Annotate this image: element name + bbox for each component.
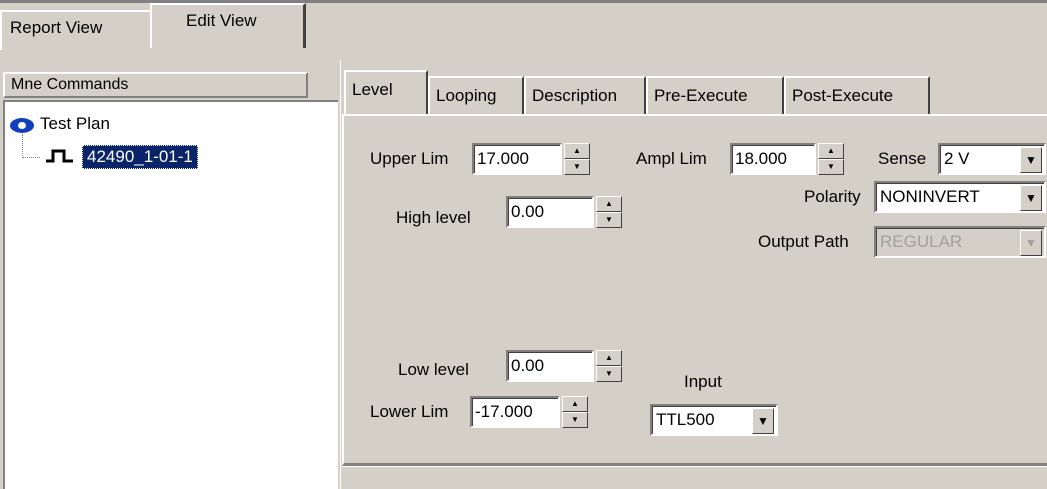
sense-select[interactable]: 2 V ▼: [938, 143, 1046, 175]
polarity-label: Polarity: [804, 187, 861, 206]
spin-down-icon[interactable]: ▼: [596, 212, 622, 228]
spin-up-icon[interactable]: ▲: [818, 143, 844, 159]
lower-lim-label: Lower Lim: [370, 402, 449, 421]
spin-up-icon[interactable]: ▲: [562, 396, 588, 412]
tab-report-view[interactable]: Report View: [0, 10, 150, 50]
low-level-spinner[interactable]: ▲ ▼: [596, 350, 622, 382]
input-value: TTL500: [656, 410, 715, 429]
tab-label: Level: [352, 80, 393, 99]
tab-label: Edit View: [186, 11, 257, 30]
sense-value: 2 V: [944, 149, 970, 168]
tab-description[interactable]: Description: [524, 76, 646, 114]
spin-up-icon[interactable]: ▲: [596, 350, 622, 366]
tab-label: Looping: [436, 86, 497, 105]
tab-pre-execute[interactable]: Pre-Execute: [646, 76, 784, 114]
tab-label: Report View: [10, 18, 103, 37]
ampl-lim-spinner[interactable]: ▲ ▼: [818, 143, 844, 175]
high-level-input[interactable]: 0.00: [506, 196, 594, 228]
chevron-down-icon[interactable]: ▼: [1020, 185, 1042, 211]
high-level-spinner[interactable]: ▲ ▼: [596, 196, 622, 228]
ampl-lim-label: Ampl Lim: [636, 149, 707, 168]
tree-item-test-plan[interactable]: Test Plan: [40, 114, 110, 134]
tab-post-execute[interactable]: Post-Execute: [784, 76, 930, 114]
tree-item-42490[interactable]: 42490_1-01-1: [82, 145, 198, 169]
input-select[interactable]: TTL500 ▼: [650, 404, 778, 436]
upper-lim-input[interactable]: 17.000: [472, 143, 562, 175]
tab-level[interactable]: Level: [344, 70, 428, 116]
output-path-select: REGULAR ▼: [874, 226, 1046, 258]
tab-label: Description: [532, 86, 618, 105]
ampl-lim-input[interactable]: 18.000: [730, 143, 816, 175]
panel-title: Mne Commands: [11, 76, 129, 93]
spin-up-icon[interactable]: ▲: [564, 143, 590, 159]
spin-down-icon[interactable]: ▼: [818, 159, 844, 175]
low-level-input[interactable]: 0.00: [506, 350, 594, 382]
status-strip: [342, 466, 1047, 489]
mne-commands-header[interactable]: Mne Commands: [3, 72, 308, 98]
tab-looping[interactable]: Looping: [428, 76, 524, 114]
upper-lim-label: Upper Lim: [370, 149, 449, 168]
low-level-label: Low level: [398, 360, 469, 379]
tree-connector: [22, 134, 23, 158]
tab-label: Post-Execute: [792, 86, 894, 105]
upper-lim-spinner[interactable]: ▲ ▼: [564, 143, 590, 175]
spin-down-icon[interactable]: ▼: [596, 366, 622, 382]
output-path-label: Output Path: [758, 232, 849, 251]
output-path-value: REGULAR: [880, 232, 963, 251]
input-label: Input: [684, 372, 722, 391]
tab-edit-view[interactable]: Edit View: [150, 3, 306, 48]
chevron-down-icon[interactable]: ▼: [752, 408, 774, 434]
lower-lim-spinner[interactable]: ▲ ▼: [562, 396, 588, 428]
spin-down-icon[interactable]: ▼: [564, 159, 590, 175]
tree-connector: [22, 157, 40, 158]
eye-icon: [10, 118, 34, 133]
polarity-value: NONINVERT: [880, 187, 980, 206]
high-level-label: High level: [396, 208, 471, 227]
chevron-down-icon: ▼: [1020, 230, 1042, 256]
chevron-down-icon[interactable]: ▼: [1020, 147, 1042, 173]
lower-lim-input[interactable]: -17.000: [470, 396, 560, 428]
spin-up-icon[interactable]: ▲: [596, 196, 622, 212]
pulse-icon: [46, 149, 73, 163]
polarity-select[interactable]: NONINVERT ▼: [874, 181, 1046, 213]
spin-down-icon[interactable]: ▼: [562, 412, 588, 428]
sense-label: Sense: [878, 149, 927, 168]
tab-label: Pre-Execute: [654, 86, 748, 105]
